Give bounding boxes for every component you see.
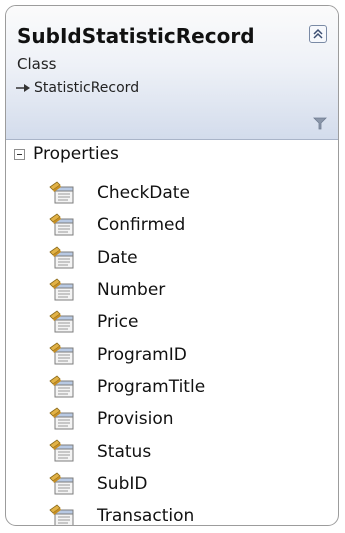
property-label: Number xyxy=(97,280,166,301)
property-label: Price xyxy=(97,312,139,333)
property-row-provision[interactable]: Provision xyxy=(6,403,338,435)
property-icon xyxy=(49,375,74,398)
property-label: SubID xyxy=(97,473,148,494)
property-icon xyxy=(49,407,74,430)
property-row-confirmed[interactable]: Confirmed xyxy=(6,209,338,241)
collapse-button[interactable] xyxy=(309,25,327,43)
property-label: Transaction xyxy=(97,506,195,526)
property-icon xyxy=(49,439,74,462)
property-label: ProgramID xyxy=(97,344,187,365)
filter-funnel-icon[interactable] xyxy=(313,116,327,130)
property-label: Status xyxy=(97,441,152,462)
property-row-programtitle[interactable]: ProgramTitle xyxy=(6,371,338,403)
double-chevron-up-icon xyxy=(313,28,323,39)
property-icon xyxy=(49,342,74,365)
base-class-line: StatisticRecord xyxy=(15,80,139,96)
property-label: Confirmed xyxy=(97,215,186,236)
property-row-programid[interactable]: ProgramID xyxy=(6,338,338,370)
class-name[interactable]: SubIdStatisticRecord xyxy=(17,24,255,48)
property-row-transaction[interactable]: Transaction xyxy=(6,500,338,526)
property-label: ProgramTitle xyxy=(97,376,206,397)
section-title: Properties xyxy=(33,144,119,164)
property-row-status[interactable]: Status xyxy=(6,435,338,467)
property-row-checkdate[interactable]: CheckDate xyxy=(6,177,338,209)
property-icon xyxy=(49,278,74,301)
property-label: Provision xyxy=(97,409,174,430)
base-class-name: StatisticRecord xyxy=(34,80,140,96)
property-icon xyxy=(49,472,74,495)
property-icon xyxy=(49,181,74,204)
class-stereotype: Class xyxy=(17,55,57,73)
properties-list: CheckDate Confirmed Date Number Price Pr… xyxy=(6,177,338,526)
property-icon xyxy=(49,310,74,333)
property-row-date[interactable]: Date xyxy=(6,242,338,274)
collapse-minus-icon[interactable] xyxy=(14,148,25,160)
property-row-number[interactable]: Number xyxy=(6,274,338,306)
property-label: CheckDate xyxy=(97,183,190,204)
property-icon xyxy=(49,504,74,525)
property-row-subid[interactable]: SubID xyxy=(6,468,338,500)
class-header: SubIdStatisticRecord Class StatisticReco… xyxy=(6,6,338,140)
properties-section-header[interactable]: Properties xyxy=(6,141,338,167)
property-row-price[interactable]: Price xyxy=(6,306,338,338)
class-shape[interactable]: SubIdStatisticRecord Class StatisticReco… xyxy=(5,5,339,526)
property-icon xyxy=(49,213,74,236)
property-label: Date xyxy=(97,247,138,268)
property-icon xyxy=(49,246,74,269)
inheritance-arrow-icon xyxy=(16,84,30,92)
